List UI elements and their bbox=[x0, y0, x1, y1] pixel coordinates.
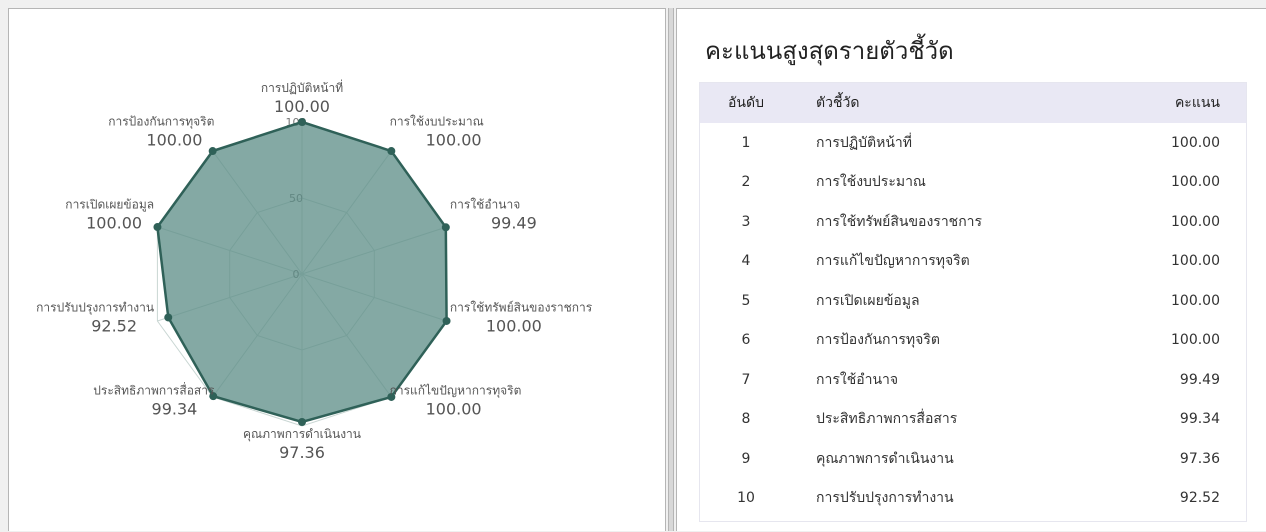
radar-axis-label: การใช้งบประมาณ bbox=[390, 115, 484, 129]
header-rank: อันดับ bbox=[728, 95, 764, 111]
radar-data-point[interactable] bbox=[442, 316, 451, 325]
rank-cell: 5 bbox=[741, 292, 751, 309]
table-row: 3 การใช้ทรัพย์สินของราชการ 100.00 bbox=[700, 202, 1246, 242]
rank-cell: 3 bbox=[741, 213, 751, 230]
ranking-panel: คะแนนสูงสุดรายตัวชี้วัด อันดับ ตัวชี้วัด… bbox=[676, 8, 1266, 531]
ranking-table-body: 1 การปฏิบัติหน้าที่ 100.00 2 การใช้งบประมาณ 1… bbox=[700, 123, 1246, 518]
indicator-cell: การป้องกันการทุจริต bbox=[816, 332, 940, 349]
rank-cell: 8 bbox=[741, 411, 751, 428]
radar-data-point[interactable] bbox=[153, 223, 162, 232]
radar-series-area[interactable] bbox=[156, 120, 448, 424]
indicator-cell: ประสิทธิภาพการสื่อสาร bbox=[816, 411, 958, 428]
panel-divider[interactable] bbox=[668, 8, 674, 531]
score-cell: 100.00 bbox=[1171, 253, 1220, 270]
radar-value-label: 99.49 bbox=[491, 214, 537, 233]
indicator-cell: การใช้งบประมาณ bbox=[816, 174, 926, 191]
table-row: 6 การป้องกันการทุจริต 100.00 bbox=[700, 321, 1246, 361]
score-cell: 100.00 bbox=[1171, 174, 1220, 191]
radar-data-point[interactable] bbox=[164, 313, 173, 322]
table-row: 4 การแก้ไขปัญหาการทุจริต 100.00 bbox=[700, 242, 1246, 282]
table-row: 9 คุณภาพการดำเนินงาน 97.36 bbox=[700, 439, 1246, 479]
score-cell: 97.36 bbox=[1179, 450, 1220, 467]
score-cell: 100.00 bbox=[1171, 213, 1220, 230]
radar-value-label: 100.00 bbox=[274, 97, 330, 116]
radar-data-point[interactable] bbox=[387, 147, 396, 156]
indicator-cell: คุณภาพการดำเนินงาน bbox=[816, 450, 954, 467]
radar-value-label: 100.00 bbox=[86, 214, 142, 233]
score-cell: 100.00 bbox=[1171, 332, 1220, 349]
radar-axis-label: การปฏิบัติหน้าที่ bbox=[261, 79, 343, 95]
rank-cell: 4 bbox=[741, 253, 751, 270]
table-row: 1 การปฏิบัติหน้าที่ 100.00 bbox=[700, 123, 1246, 163]
table-header-row: อันดับ ตัวชี้วัด คะแนน bbox=[700, 83, 1246, 123]
table-row: 8 ประสิทธิภาพการสื่อสาร 99.34 bbox=[700, 400, 1246, 440]
score-cell: 99.34 bbox=[1179, 411, 1220, 428]
table-row: 2 การใช้งบประมาณ 100.00 bbox=[700, 163, 1246, 203]
score-cell: 100.00 bbox=[1171, 134, 1220, 151]
indicator-cell: การปฏิบัติหน้าที่ bbox=[816, 134, 913, 151]
table-row: 7 การใช้อำนาจ 99.49 bbox=[700, 360, 1246, 400]
radar-chart: 050100 การปฏิบัติหน้าที่100.00การใช้งบปร… bbox=[36, 79, 593, 462]
radar-axis-label: การเปิดเผยข้อมูล bbox=[65, 198, 154, 213]
radar-data-point[interactable] bbox=[298, 118, 306, 126]
indicator-cell: การปรับปรุงการทำงาน bbox=[816, 490, 954, 507]
header-score: คะแนน bbox=[1174, 95, 1220, 111]
radar-value-label: 100.00 bbox=[426, 399, 482, 418]
radar-data-point[interactable] bbox=[208, 147, 217, 156]
indicator-cell: การแก้ไขปัญหาการทุจริต bbox=[816, 253, 970, 270]
ranking-title: คะแนนสูงสุดรายตัวชี้วัด bbox=[705, 37, 954, 65]
radar-axis-label: การใช้อำนาจ bbox=[450, 198, 520, 212]
indicator-cell: การเปิดเผยข้อมูล bbox=[816, 292, 920, 309]
radar-value-label: 100.00 bbox=[146, 131, 202, 150]
radar-value-label: 100.00 bbox=[486, 316, 542, 335]
rank-cell: 2 bbox=[741, 174, 751, 191]
radar-value-label: 99.34 bbox=[152, 399, 198, 418]
rank-cell: 7 bbox=[741, 371, 751, 388]
table-row: 10 การปรับปรุงการทำงาน 92.52 bbox=[700, 479, 1246, 519]
header-indicator: ตัวชี้วัด bbox=[816, 95, 860, 111]
radar-value-label: 97.36 bbox=[279, 443, 325, 462]
radar-value-label: 100.00 bbox=[426, 131, 482, 150]
rank-cell: 9 bbox=[741, 450, 751, 467]
radar-value-label: 92.52 bbox=[91, 316, 137, 335]
table-row: 5 การเปิดเผยข้อมูล 100.00 bbox=[700, 281, 1246, 321]
score-cell: 99.49 bbox=[1179, 371, 1220, 388]
ranking-table-container: อันดับ ตัวชี้วัด คะแนน 1 การปฏิบัติหน้าที… bbox=[699, 82, 1247, 522]
indicator-cell: การใช้อำนาจ bbox=[816, 371, 899, 388]
radar-axis-label: การใช้ทรัพย์สินของราชการ bbox=[450, 300, 593, 314]
radar-chart-panel: 050100 การปฏิบัติหน้าที่100.00การใช้งบปร… bbox=[8, 8, 666, 531]
radar-axis-label: ประสิทธิภาพการสื่อสาร bbox=[93, 381, 215, 397]
radar-data-point[interactable] bbox=[298, 417, 306, 426]
radar-axis-label: การป้องกันการทุจริต bbox=[108, 115, 214, 130]
rank-cell: 10 bbox=[737, 490, 755, 507]
ranking-table: อันดับ ตัวชี้วัด คะแนน 1 การปฏิบัติหน้าที… bbox=[700, 83, 1246, 518]
indicator-cell: การใช้ทรัพย์สินของราชการ bbox=[816, 213, 983, 230]
score-cell: 92.52 bbox=[1179, 490, 1220, 507]
rank-cell: 6 bbox=[741, 332, 751, 349]
radar-data-point[interactable] bbox=[441, 223, 450, 232]
score-cell: 100.00 bbox=[1171, 292, 1220, 309]
radar-axis-label: การแก้ไขปัญหาการทุจริต bbox=[390, 383, 522, 398]
radar-axis-label: การปรับปรุงการทำงาน bbox=[36, 300, 154, 315]
radar-axis-label: คุณภาพการดำเนินงาน bbox=[243, 427, 361, 442]
rank-cell: 1 bbox=[741, 134, 751, 151]
